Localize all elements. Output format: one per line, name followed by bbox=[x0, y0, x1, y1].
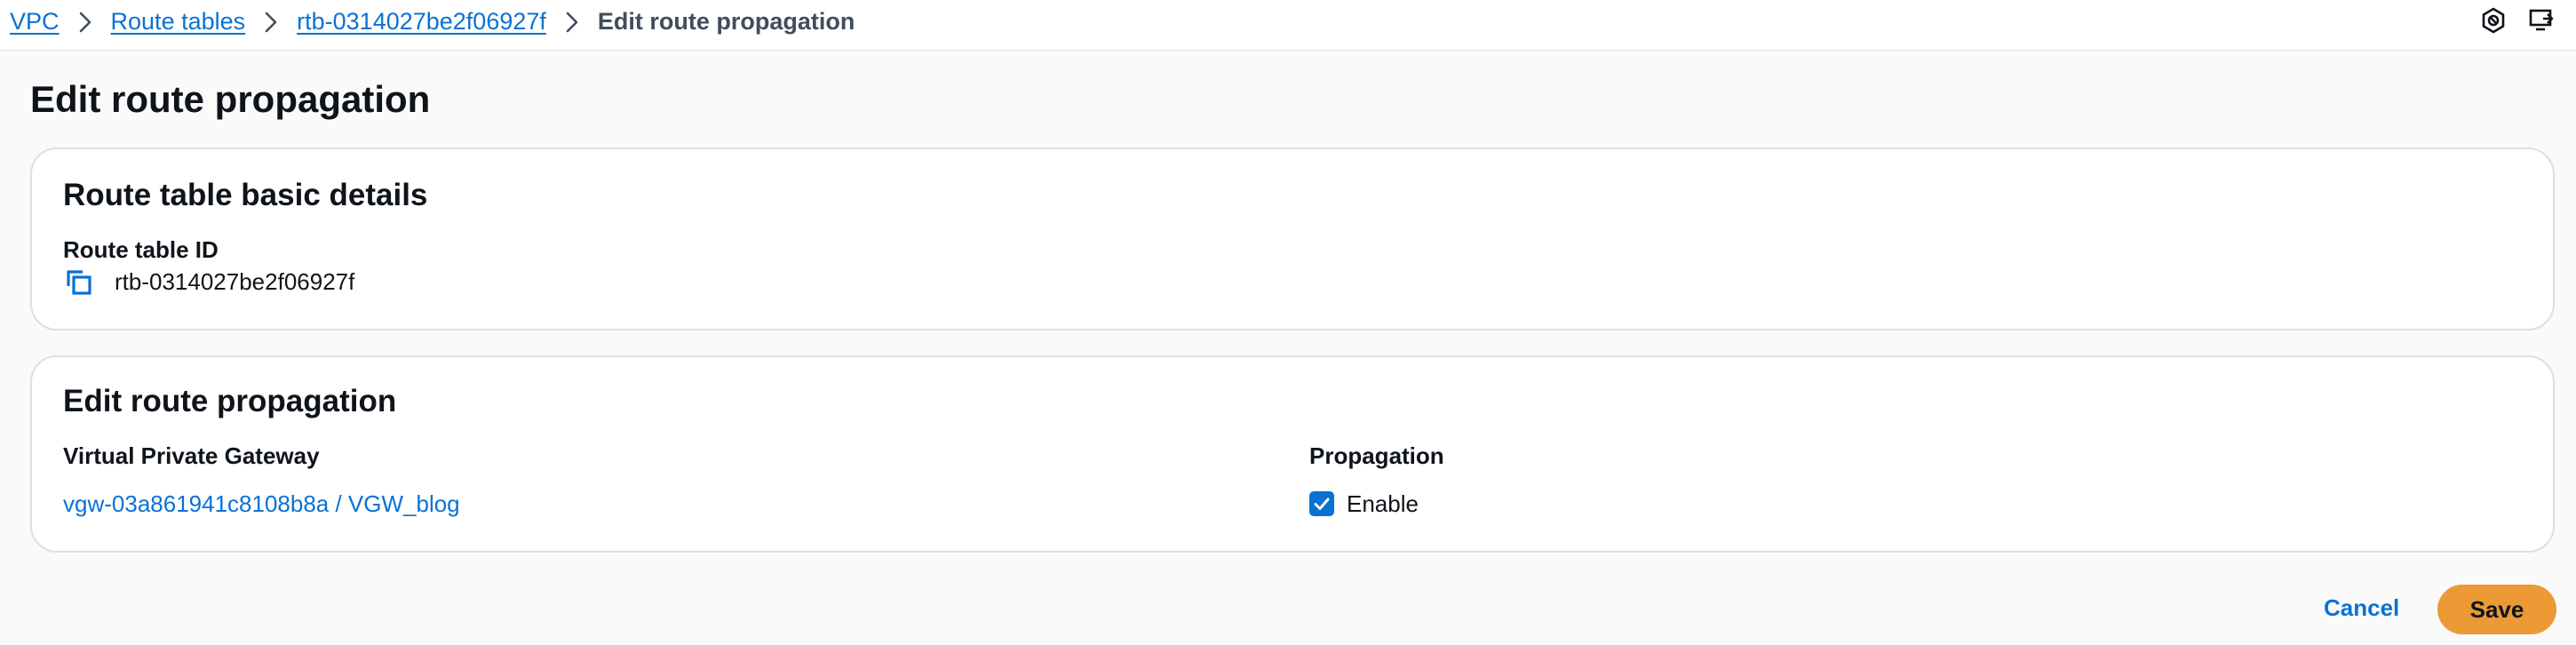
cancel-button[interactable]: Cancel bbox=[2313, 590, 2410, 625]
gateway-link[interactable]: vgw-03a861941c8108b8a / VGW_blog bbox=[63, 489, 460, 519]
breadcrumb-route-table-id[interactable]: rtb-0314027be2f06927f bbox=[297, 8, 546, 36]
top-bar: VPC Route tables rtb-0314027be2f06927f E… bbox=[0, 0, 2576, 52]
screen-share-icon[interactable] bbox=[2526, 5, 2556, 36]
edit-propagation-title: Edit route propagation bbox=[63, 384, 397, 418]
save-button[interactable]: Save bbox=[2437, 585, 2556, 634]
edit-propagation-panel: Edit route propagation Virtual Private G… bbox=[30, 355, 2555, 553]
basic-details-panel: Route table basic details Route table ID… bbox=[30, 147, 2555, 330]
breadcrumb-route-tables[interactable]: Route tables bbox=[111, 8, 246, 36]
chevron-right-icon bbox=[60, 8, 111, 36]
breadcrumb-current: Edit route propagation bbox=[597, 7, 855, 35]
page-title: Edit route propagation bbox=[30, 78, 431, 120]
breadcrumb: VPC Route tables rtb-0314027be2f06927f E… bbox=[10, 5, 855, 37]
gateway-column-header: Virtual Private Gateway bbox=[63, 442, 320, 469]
settings-hexagon-icon[interactable] bbox=[2478, 5, 2508, 36]
breadcrumb-vpc[interactable]: VPC bbox=[10, 8, 60, 36]
copy-icon[interactable] bbox=[63, 267, 95, 299]
route-table-id-value: rtb-0314027be2f06927f bbox=[115, 268, 355, 295]
propagation-column-header: Propagation bbox=[1309, 442, 1444, 469]
basic-details-title: Route table basic details bbox=[63, 178, 428, 212]
chevron-right-icon bbox=[546, 8, 598, 36]
checkmark-icon bbox=[1314, 498, 1330, 510]
route-table-id-label: Route table ID bbox=[63, 236, 219, 263]
enable-checkbox[interactable] bbox=[1309, 491, 1334, 516]
enable-checkbox-label[interactable]: Enable bbox=[1347, 489, 1419, 519]
chevron-right-icon bbox=[245, 8, 297, 36]
